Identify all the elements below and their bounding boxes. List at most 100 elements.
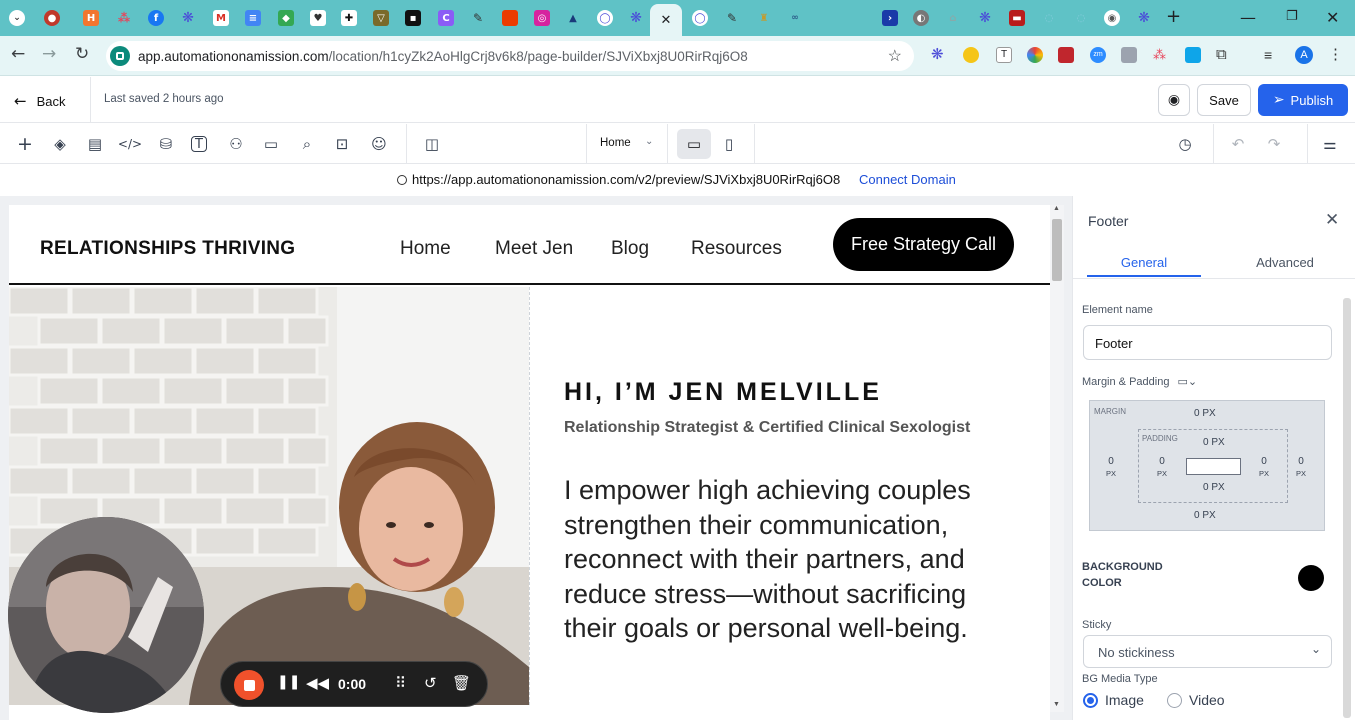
browser-tab[interactable]: M [211, 8, 231, 28]
preview-url[interactable]: https://app.automationonamission.com/v2/… [397, 172, 840, 187]
margin-top-value[interactable]: 0 PX [1194, 408, 1216, 420]
canvas-scrollbar[interactable]: ▲ ▼ [1050, 205, 1064, 712]
browser-tab[interactable]: ⁂ [114, 8, 134, 28]
browser-tab[interactable]: ▪ [403, 8, 423, 28]
radio-video-label[interactable]: Video [1189, 692, 1225, 708]
menu-dots-icon[interactable]: ⋮ [1328, 47, 1344, 63]
browser-tab[interactable]: ▽ [371, 8, 391, 28]
publish-button[interactable]: ➢ Publish [1258, 84, 1348, 116]
typography-icon[interactable]: T [191, 136, 207, 152]
settings-sliders-icon[interactable]: ⚌ [1320, 134, 1340, 154]
browser-tab[interactable] [849, 8, 869, 28]
delete-icon[interactable]: 🗑 [452, 674, 471, 692]
webcam-bubble[interactable] [8, 517, 204, 713]
address-bar[interactable]: app.automationonamission.com/location/h1… [106, 41, 914, 71]
sticky-select[interactable]: No stickiness ⌄ [1083, 635, 1332, 668]
tab-search-dropdown[interactable]: ⌄ [7, 8, 27, 28]
layout-icon[interactable]: ▭ [261, 134, 281, 154]
layers-icon[interactable]: ◈ [50, 134, 70, 154]
preview-button[interactable]: ◉ [1158, 84, 1190, 116]
site-header[interactable]: RELATIONSHIPS THRIVING Home Meet Jen Blo… [9, 205, 1050, 285]
rewind-icon[interactable]: ◀◀ [306, 674, 329, 692]
browser-tab[interactable]: ✚ [339, 8, 359, 28]
scroll-down-icon[interactable]: ▼ [1053, 701, 1060, 708]
red-extension-icon[interactable] [1058, 47, 1074, 63]
hero-title[interactable]: HI, I’M JEN MELVILLE [564, 378, 882, 407]
media-control-icon[interactable]: ≡ [1264, 47, 1280, 63]
scrollbar-thumb[interactable] [1052, 219, 1062, 281]
page-selector[interactable]: Home [600, 137, 631, 149]
minimize-icon[interactable]: — [1240, 8, 1256, 27]
browser-tab[interactable]: ▲ [563, 8, 583, 28]
browser-tab[interactable]: ◌ [1071, 8, 1091, 28]
undo-icon[interactable]: ↶ [1228, 134, 1248, 154]
extensions-puzzle-icon[interactable]: ⧉ [1216, 47, 1232, 63]
padding-top-value[interactable]: 0 PX [1203, 437, 1225, 449]
cta-button[interactable]: Free Strategy Call [833, 218, 1014, 271]
browser-tab[interactable]: ◌ [1039, 8, 1059, 28]
site-nav-blog[interactable]: Blog [611, 238, 649, 260]
text-extension-icon[interactable]: T [996, 47, 1012, 63]
device-dropdown-icon[interactable]: ▭⌄ [1178, 375, 1198, 388]
back-arrow-icon[interactable]: ← [11, 44, 25, 64]
yellow-extension-icon[interactable] [963, 47, 979, 63]
restart-icon[interactable]: ↺ [424, 674, 437, 692]
browser-tab[interactable]: ◎ [532, 8, 552, 28]
url-text[interactable]: app.automationonamission.com/location/h1… [138, 49, 748, 64]
redo-icon[interactable]: ↷ [1264, 134, 1284, 154]
send-extension-icon[interactable] [1185, 47, 1201, 63]
hero-body[interactable]: I empower high achieving couples strengt… [564, 473, 984, 646]
browser-tab[interactable]: ◆ [276, 8, 296, 28]
zoom-extension-icon[interactable]: zm [1090, 47, 1106, 63]
browser-tab[interactable]: ♜ [754, 8, 774, 28]
seo-search-icon[interactable]: ⌕ [297, 134, 317, 154]
tab-general[interactable]: General [1087, 247, 1201, 277]
margin-bottom-value[interactable]: 0 PX [1194, 510, 1216, 522]
reload-icon[interactable]: ↻ [75, 44, 89, 64]
site-nav-home[interactable]: Home [400, 238, 451, 260]
profile-avatar[interactable]: A [1295, 46, 1313, 64]
back-button[interactable]: ← Back [14, 92, 65, 110]
margin-right-value[interactable]: 0 PX [1296, 456, 1306, 480]
browser-tab[interactable]: ◯ [690, 8, 710, 28]
chevron-down-icon[interactable]: ⌄ [645, 136, 653, 147]
close-panel-icon[interactable]: ✕ [1325, 210, 1339, 230]
browser-tab[interactable]: ❋ [975, 8, 995, 28]
pages-icon[interactable]: ▤ [85, 134, 105, 154]
add-element-icon[interactable]: + [15, 133, 35, 155]
radio-image-label[interactable]: Image [1105, 692, 1144, 708]
element-name-field[interactable]: Footer [1083, 325, 1332, 360]
browser-tab[interactable]: ✎ [468, 8, 488, 28]
browser-tab[interactable] [817, 8, 837, 28]
panel-scrollbar-thumb[interactable] [1343, 298, 1351, 718]
background-color-swatch[interactable] [1298, 565, 1324, 591]
bookmark-star-icon[interactable]: ☆ [888, 46, 902, 66]
browser-tab[interactable]: f [146, 8, 166, 28]
browser-tab[interactable]: H [81, 8, 101, 28]
browser-tab[interactable]: ◐ [911, 8, 931, 28]
clickup-extension-icon[interactable]: ❋ [931, 47, 947, 63]
history-icon[interactable]: ◷ [1175, 134, 1195, 154]
browser-tab[interactable]: ∞ [785, 8, 805, 28]
browser-tab[interactable]: › [880, 8, 900, 28]
site-brand[interactable]: RELATIONSHIPS THRIVING [40, 238, 295, 260]
paint-roller-icon[interactable]: ⛁ [156, 134, 176, 154]
restore-icon[interactable]: ❐ [1286, 9, 1298, 24]
window-close-icon[interactable]: ✕ [1326, 8, 1339, 27]
tab-advanced[interactable]: Advanced [1213, 247, 1355, 277]
connect-domain-link[interactable]: Connect Domain [859, 172, 956, 187]
asana-extension-icon[interactable]: ⁂ [1153, 47, 1169, 63]
mobile-view-icon[interactable]: ▯ [719, 134, 739, 154]
site-nav-resources[interactable]: Resources [691, 238, 782, 260]
browser-tab[interactable]: ✎ [722, 8, 742, 28]
components-icon[interactable]: ⚇ [226, 134, 246, 154]
site-nav-meet-jen[interactable]: Meet Jen [495, 238, 573, 260]
padding-right-value[interactable]: 0 PX [1259, 456, 1269, 480]
terminal-icon[interactable]: ⊡ [332, 134, 352, 154]
browser-tab[interactable]: ⌂ [943, 8, 963, 28]
browser-tab[interactable]: ❋ [1134, 8, 1154, 28]
padding-left-value[interactable]: 0 PX [1157, 456, 1167, 480]
browser-tab[interactable]: ❋ [626, 8, 646, 28]
browser-tab[interactable]: ◯ [595, 8, 615, 28]
browser-tab[interactable]: ≡ [243, 8, 263, 28]
